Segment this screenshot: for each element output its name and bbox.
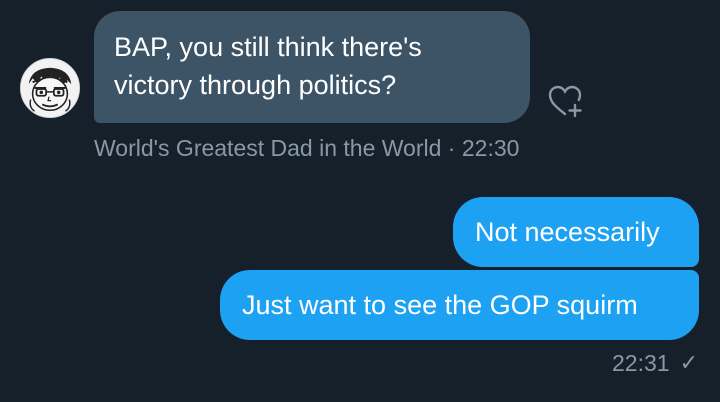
incoming-timestamp: 22:30 <box>461 135 520 161</box>
meta-separator: · <box>447 135 456 161</box>
outgoing-message-bubble[interactable]: Just want to see the GOP squirm <box>220 270 699 340</box>
outgoing-timestamp: 22:31 <box>612 350 670 376</box>
incoming-message-line-2: victory through politics? <box>114 70 397 100</box>
outgoing-message-text: Not necessarily <box>475 217 660 247</box>
incoming-message-meta: World's Greatest Dad in the World · 22:3… <box>94 133 519 163</box>
outgoing-message-bubble[interactable]: Not necessarily <box>453 197 699 267</box>
sender-name: World's Greatest Dad in the World <box>94 135 442 161</box>
outgoing-message-meta: 22:31 ✓ <box>612 348 698 378</box>
sent-check-icon: ✓ <box>679 350 698 375</box>
heart-plus-icon <box>548 85 582 118</box>
cartoon-face-avatar-icon <box>21 59 79 117</box>
incoming-message-bubble[interactable]: BAP, you still think there's victory thr… <box>94 11 530 123</box>
react-heart-icon[interactable] <box>547 83 583 119</box>
incoming-message-line-1: BAP, you still think there's <box>114 32 422 62</box>
sender-avatar[interactable] <box>20 58 80 118</box>
outgoing-message-text: Just want to see the GOP squirm <box>242 290 638 320</box>
